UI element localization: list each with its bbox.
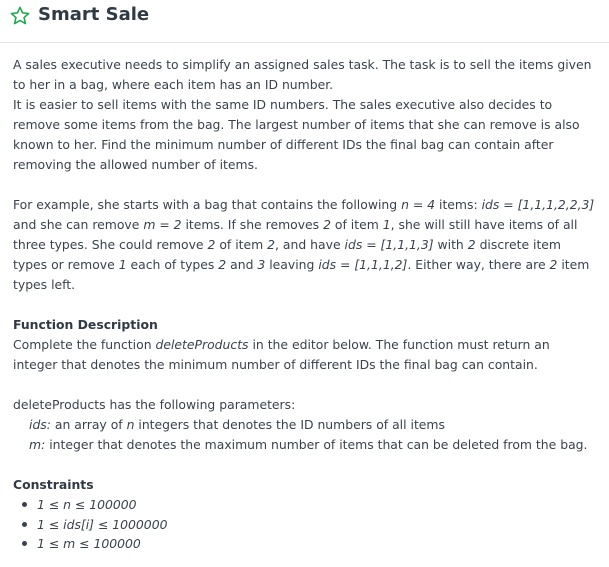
constraint-item: 1 ≤ m ≤ 100000 bbox=[22, 534, 598, 554]
constraint-item: 1 ≤ n ≤ 100000 bbox=[22, 495, 598, 515]
description-paragraph-2: It is easier to sell items with the same… bbox=[13, 97, 580, 172]
parameter-ids: ids: an array of n integers that denotes… bbox=[29, 417, 445, 432]
challenge-title: Smart Sale bbox=[38, 4, 150, 25]
challenge-header: Smart Sale bbox=[0, 0, 609, 43]
function-description-heading: Function Description bbox=[13, 317, 158, 332]
parameter-m: m: integer that denotes the maximum numb… bbox=[29, 437, 588, 452]
star-outline-icon[interactable] bbox=[9, 5, 31, 27]
constraints-heading: Constraints bbox=[13, 477, 94, 492]
problem-statement: A sales executive needs to simplify an a… bbox=[13, 55, 598, 554]
description-paragraph-1: A sales executive needs to simplify an a… bbox=[13, 57, 592, 92]
constraints-list: 1 ≤ n ≤ 100000 1 ≤ ids[i] ≤ 1000000 1 ≤ … bbox=[13, 495, 598, 554]
function-description-text: Complete the function deleteProducts in … bbox=[13, 337, 550, 372]
constraint-item: 1 ≤ ids[i] ≤ 1000000 bbox=[22, 515, 598, 535]
parameters-intro: deleteProducts has the following paramet… bbox=[13, 397, 296, 412]
example-paragraph: For example, she starts with a bag that … bbox=[13, 197, 595, 292]
